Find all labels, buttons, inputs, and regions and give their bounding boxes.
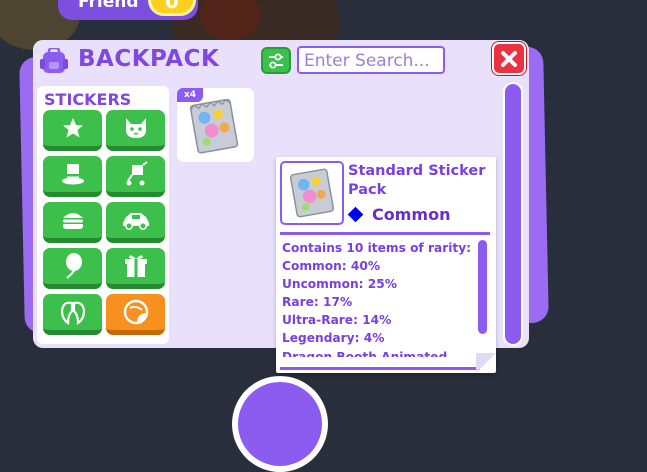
category-gifts[interactable] [106, 248, 165, 289]
rarity-diamond-icon [347, 206, 364, 223]
friend-label: Friend [78, 0, 139, 12]
tooltip-scrollbar[interactable] [478, 240, 487, 334]
category-toys[interactable] [43, 248, 102, 289]
tooltip-rarity-label: Common [372, 205, 451, 224]
gift-icon [124, 255, 147, 277]
tooltip-description-line: Contains 10 items of rarity: [282, 241, 472, 255]
backpack-icon [40, 48, 68, 73]
category-pet-wear[interactable] [43, 294, 102, 335]
tooltip-description-line: Ultra-Rare: 14% [282, 313, 392, 328]
category-stickers[interactable] [106, 294, 165, 335]
tooltip-description-line: Uncommon: 25% [282, 277, 397, 292]
tooltip-item-thumbnail [280, 161, 344, 225]
search-input[interactable] [297, 46, 445, 74]
tooltip-item-name: Standard Sticker Pack [348, 163, 486, 198]
item-scrollbar-thumb[interactable] [505, 84, 521, 344]
backpack-header: BACKPACK [33, 40, 529, 80]
sidebar-title: STICKERS [44, 90, 132, 109]
category-pets[interactable] [106, 110, 165, 151]
top-hat-icon [61, 164, 84, 185]
sticker-pack-icon [289, 168, 335, 218]
cat-face-icon [125, 118, 146, 138]
page-title: BACKPACK [78, 46, 220, 72]
tooltip-divider [280, 232, 490, 235]
stroller-icon [126, 161, 148, 186]
item-tooltip: Standard Sticker Pack Common Contains 10… [276, 157, 496, 373]
star-icon [62, 118, 83, 138]
bottom-action-button[interactable] [232, 376, 328, 472]
car-icon [122, 213, 149, 230]
tooltip-description-line: Rare: 17% [282, 295, 353, 310]
close-icon [501, 50, 517, 67]
close-button[interactable] [492, 42, 526, 75]
tooltip-rarity: Common [347, 205, 451, 224]
tooltip-description-line: Dragon Booth Animated [282, 349, 448, 357]
burger-icon [62, 213, 83, 229]
sticker-pack-icon [189, 98, 239, 154]
tooltip-bottom-divider [280, 367, 480, 370]
tooltip-page-curl [476, 353, 496, 373]
category-hats[interactable] [43, 156, 102, 197]
tooltip-description-line: Legendary: 4% [282, 331, 385, 346]
category-vehicles[interactable] [106, 202, 165, 243]
inventory-item[interactable]: x4 [177, 88, 254, 162]
category-star[interactable] [43, 110, 102, 151]
tooltip-description: Contains 10 items of rarity: Common: 40%… [282, 239, 478, 357]
filter-button[interactable] [261, 47, 291, 74]
category-strollers[interactable] [106, 156, 165, 197]
category-sidebar: STICKERS [37, 86, 169, 344]
tooltip-description-line: Common: 40% [282, 259, 381, 274]
category-food[interactable] [43, 202, 102, 243]
balloon-icon [65, 253, 82, 279]
sliders-icon [269, 53, 283, 68]
item-scrollbar[interactable] [503, 82, 523, 346]
wings-icon [60, 301, 85, 325]
sticker-icon [123, 299, 148, 325]
